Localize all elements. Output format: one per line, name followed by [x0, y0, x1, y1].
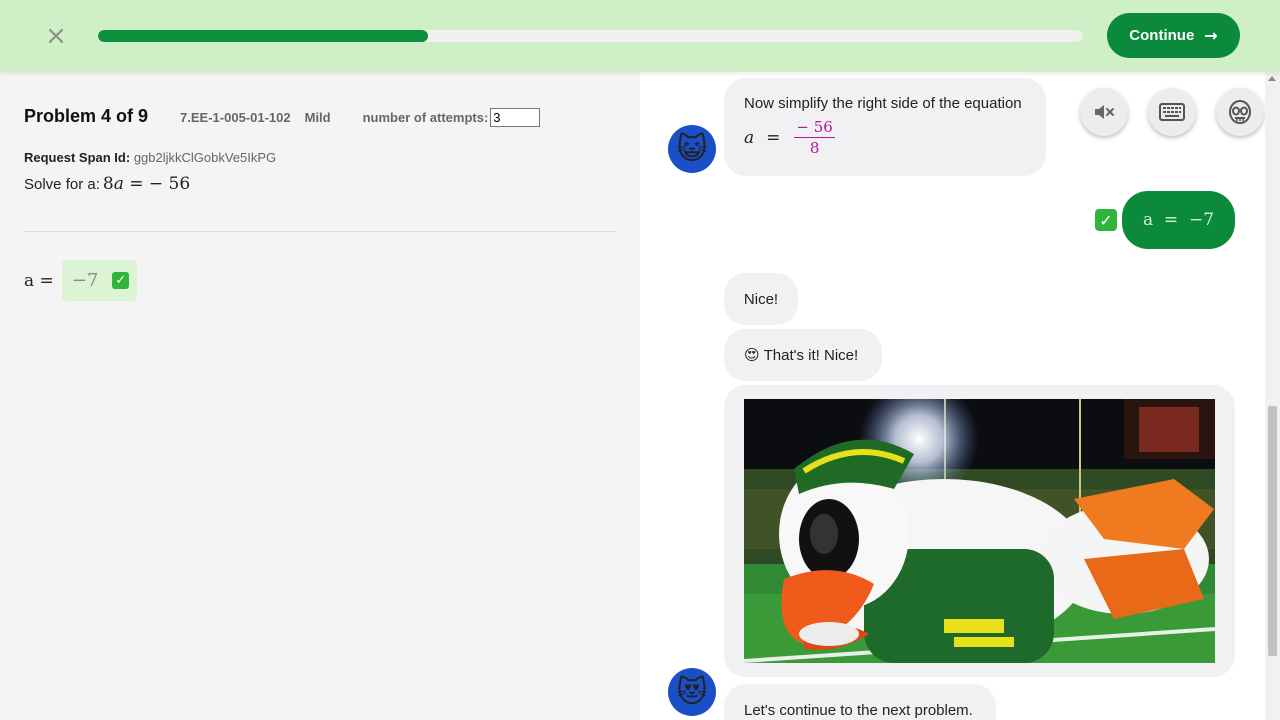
- message-equation: a = − 56 8: [744, 118, 1026, 157]
- mute-button[interactable]: [1080, 88, 1128, 136]
- difficulty-level: Mild: [304, 110, 331, 125]
- problem-code: 7.EE-1-005-01-102: [180, 110, 291, 125]
- answer-box[interactable]: −7 ✓: [61, 260, 138, 301]
- attempts-input[interactable]: [490, 108, 541, 127]
- alien-icon: [1229, 100, 1251, 124]
- message-text: Nice!: [743, 290, 779, 308]
- continue-label: Continue: [1129, 27, 1195, 44]
- top-bar: × Continue →: [0, 0, 1280, 72]
- message-text: Let's continue to the next problem.: [744, 701, 973, 719]
- celebration-gif: [744, 399, 1215, 663]
- tutor-avatar: 😺: [668, 125, 716, 173]
- heart-eyes-icon: 😍: [744, 346, 760, 364]
- equation: 8a = − 56: [103, 174, 190, 194]
- mute-icon: [1095, 105, 1114, 119]
- span-value: ggb2ljkkClGobkVe5IkPG: [133, 150, 277, 165]
- equation-coef: 8: [102, 174, 114, 194]
- message-text: Now simplify the right side of the equat…: [744, 95, 1022, 112]
- tutor-avatar: 😻: [668, 668, 716, 716]
- request-span: Request Span Id: ggb2ljkkClGobkVe5IkPG: [24, 150, 276, 165]
- solve-prefix: Solve for a:: [24, 176, 100, 193]
- problem-panel: Problem 4 of 9 7.EE-1-005-01-102 Mild nu…: [0, 72, 640, 720]
- problem-statement: Solve for a: 8a = − 56: [24, 174, 190, 194]
- progress-bar: [98, 30, 1083, 42]
- chat-panel: 😺 Now simplify the right side of the equ…: [640, 72, 1280, 720]
- equation-var: a: [113, 174, 124, 194]
- fraction-numerator: − 56: [794, 118, 835, 138]
- cat-heart-eyes-icon: 😻: [676, 674, 708, 710]
- answer-lhs: a =: [24, 270, 54, 291]
- fraction-denominator: 8: [809, 139, 820, 157]
- problem-title: Problem 4 of 9: [24, 106, 149, 126]
- fraction: − 56 8: [794, 118, 835, 157]
- scroll-thumb[interactable]: [1268, 406, 1277, 656]
- cat-smile-icon: 😺: [676, 131, 708, 167]
- scroll-up-icon[interactable]: [1268, 76, 1276, 81]
- tutor-message: Now simplify the right side of the equat…: [724, 78, 1046, 176]
- tutor-message: 😍 That's it! Nice!: [724, 329, 882, 381]
- eq-lhs: a: [744, 127, 755, 148]
- problem-header: Problem 4 of 9 7.EE-1-005-01-102 Mild nu…: [24, 106, 541, 127]
- companion-button[interactable]: [1216, 88, 1264, 136]
- mascot-image: [744, 399, 1215, 663]
- gif-message: [724, 385, 1235, 677]
- chat-scrollbar[interactable]: [1265, 72, 1280, 720]
- message-text: That's it! Nice!: [763, 346, 859, 364]
- keyboard-button[interactable]: [1148, 88, 1196, 136]
- user-answer: a = −7: [1142, 210, 1215, 230]
- eq-sign: =: [766, 127, 781, 148]
- span-label: Request Span Id:: [24, 150, 131, 165]
- checkmark-icon: ✓: [1095, 209, 1117, 231]
- user-answer-bubble: a = −7: [1122, 191, 1235, 249]
- answer-row: a = −7 ✓: [24, 260, 138, 301]
- divider: [24, 231, 616, 232]
- tutor-message: Nice!: [724, 273, 798, 325]
- keyboard-icon: [1159, 103, 1185, 121]
- answer-value: −7: [71, 270, 99, 291]
- equation-rest: = − 56: [123, 174, 191, 194]
- close-icon[interactable]: ×: [44, 23, 68, 49]
- continue-button[interactable]: Continue →: [1107, 13, 1240, 58]
- progress-fill: [98, 30, 428, 42]
- attempts-label: number of attempts:: [362, 110, 489, 125]
- checkmark-icon: ✓: [112, 272, 130, 289]
- arrow-right-icon: →: [1204, 26, 1218, 45]
- tutor-message: Let's continue to the next problem.: [724, 684, 996, 720]
